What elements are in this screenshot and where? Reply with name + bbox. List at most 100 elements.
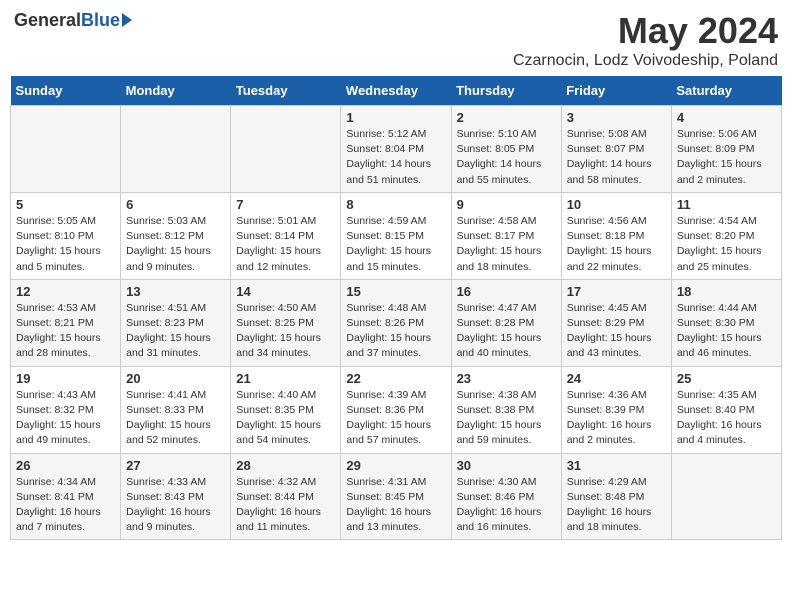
day-info: Sunrise: 4:43 AMSunset: 8:32 PMDaylight:… [16,388,115,449]
day-number: 24 [567,371,666,386]
day-number: 30 [457,458,556,473]
header-day-friday: Friday [561,76,671,106]
calendar-cell: 23 Sunrise: 4:38 AMSunset: 8:38 PMDayligh… [451,366,561,453]
day-info: Sunrise: 4:38 AMSunset: 8:38 PMDaylight:… [457,388,556,449]
day-info: Sunrise: 5:05 AMSunset: 8:10 PMDaylight:… [16,214,115,275]
calendar-week-row: 19 Sunrise: 4:43 AMSunset: 8:32 PMDayligh… [11,366,782,453]
calendar-cell: 20 Sunrise: 4:41 AMSunset: 8:33 PMDayligh… [121,366,231,453]
calendar-cell: 11 Sunrise: 4:54 AMSunset: 8:20 PMDayligh… [671,192,781,279]
logo-arrow-icon [122,13,132,27]
day-info: Sunrise: 4:48 AMSunset: 8:26 PMDaylight:… [346,301,445,362]
day-info: Sunrise: 4:29 AMSunset: 8:48 PMDaylight:… [567,475,666,536]
day-number: 17 [567,284,666,299]
calendar-cell: 10Sunrise: 4:56 AMSunset: 8:18 PMDayligh… [561,192,671,279]
day-number: 15 [346,284,445,299]
day-info: Sunrise: 4:36 AMSunset: 8:39 PMDaylight:… [567,388,666,449]
calendar-cell: 12 Sunrise: 4:53 AMSunset: 8:21 PMDayligh… [11,279,121,366]
day-number: 13 [126,284,225,299]
day-number: 27 [126,458,225,473]
day-number: 14 [236,284,335,299]
calendar-cell: 27 Sunrise: 4:33 AMSunset: 8:43 PMDayligh… [121,453,231,540]
calendar-cell [121,106,231,193]
calendar-cell: 6 Sunrise: 5:03 AMSunset: 8:12 PMDaylight… [121,192,231,279]
day-info: Sunrise: 5:03 AMSunset: 8:12 PMDaylight:… [126,214,225,275]
logo-general-text: General [14,10,81,31]
day-number: 6 [126,197,225,212]
day-number: 23 [457,371,556,386]
logo: General Blue [14,10,132,31]
calendar-cell: 17 Sunrise: 4:45 AMSunset: 8:29 PMDayligh… [561,279,671,366]
day-number: 12 [16,284,115,299]
day-number: 31 [567,458,666,473]
calendar-cell: 16Sunrise: 4:47 AMSunset: 8:28 PMDayligh… [451,279,561,366]
day-number: 11 [677,197,776,212]
calendar-cell: 24 Sunrise: 4:36 AMSunset: 8:39 PMDayligh… [561,366,671,453]
day-number: 7 [236,197,335,212]
day-info: Sunrise: 4:45 AMSunset: 8:29 PMDaylight:… [567,301,666,362]
calendar-cell [671,453,781,540]
calendar-cell: 5 Sunrise: 5:05 AMSunset: 8:10 PMDaylight… [11,192,121,279]
day-info: Sunrise: 5:01 AMSunset: 8:14 PMDaylight:… [236,214,335,275]
page-header: General Blue May 2024 Czarnocin, Lodz Vo… [10,10,782,70]
day-info: Sunrise: 4:47 AMSunset: 8:28 PMDaylight:… [457,301,556,362]
day-number: 28 [236,458,335,473]
day-info: Sunrise: 4:40 AMSunset: 8:35 PMDaylight:… [236,388,335,449]
day-info: Sunrise: 4:30 AMSunset: 8:46 PMDaylight:… [457,475,556,536]
calendar-cell: 15 Sunrise: 4:48 AMSunset: 8:26 PMDayligh… [341,279,451,366]
subtitle: Czarnocin, Lodz Voivodeship, Poland [513,52,778,70]
day-info: Sunrise: 4:58 AMSunset: 8:17 PMDaylight:… [457,214,556,275]
day-number: 22 [346,371,445,386]
calendar-cell: 7 Sunrise: 5:01 AMSunset: 8:14 PMDaylight… [231,192,341,279]
calendar-header-row: SundayMondayTuesdayWednesdayThursdayFrid… [11,76,782,106]
title-section: May 2024 Czarnocin, Lodz Voivodeship, Po… [513,10,778,70]
day-number: 1 [346,110,445,125]
day-info: Sunrise: 4:39 AMSunset: 8:36 PMDaylight:… [346,388,445,449]
calendar-week-row: 1 Sunrise: 5:12 AMSunset: 8:04 PMDaylight… [11,106,782,193]
day-number: 29 [346,458,445,473]
day-info: Sunrise: 4:54 AMSunset: 8:20 PMDaylight:… [677,214,776,275]
header-day-sunday: Sunday [11,76,121,106]
calendar-cell: 28 Sunrise: 4:32 AMSunset: 8:44 PMDayligh… [231,453,341,540]
day-info: Sunrise: 5:12 AMSunset: 8:04 PMDaylight:… [346,127,445,188]
day-number: 3 [567,110,666,125]
day-info: Sunrise: 4:35 AMSunset: 8:40 PMDaylight:… [677,388,776,449]
calendar-week-row: 5 Sunrise: 5:05 AMSunset: 8:10 PMDaylight… [11,192,782,279]
calendar-cell: 30 Sunrise: 4:30 AMSunset: 8:46 PMDayligh… [451,453,561,540]
calendar-week-row: 26Sunrise: 4:34 AMSunset: 8:41 PMDayligh… [11,453,782,540]
calendar-cell: 26Sunrise: 4:34 AMSunset: 8:41 PMDayligh… [11,453,121,540]
day-info: Sunrise: 4:33 AMSunset: 8:43 PMDaylight:… [126,475,225,536]
day-info: Sunrise: 4:31 AMSunset: 8:45 PMDaylight:… [346,475,445,536]
day-info: Sunrise: 4:51 AMSunset: 8:23 PMDaylight:… [126,301,225,362]
day-number: 4 [677,110,776,125]
day-info: Sunrise: 5:10 AMSunset: 8:05 PMDaylight:… [457,127,556,188]
header-day-tuesday: Tuesday [231,76,341,106]
day-info: Sunrise: 4:41 AMSunset: 8:33 PMDaylight:… [126,388,225,449]
calendar-cell: 2Sunrise: 5:10 AMSunset: 8:05 PMDaylight… [451,106,561,193]
calendar-cell: 8 Sunrise: 4:59 AMSunset: 8:15 PMDaylight… [341,192,451,279]
header-day-thursday: Thursday [451,76,561,106]
main-title: May 2024 [513,10,778,52]
header-day-wednesday: Wednesday [341,76,451,106]
calendar-cell: 29 Sunrise: 4:31 AMSunset: 8:45 PMDayligh… [341,453,451,540]
day-info: Sunrise: 4:59 AMSunset: 8:15 PMDaylight:… [346,214,445,275]
calendar-cell: 1 Sunrise: 5:12 AMSunset: 8:04 PMDaylight… [341,106,451,193]
day-info: Sunrise: 4:53 AMSunset: 8:21 PMDaylight:… [16,301,115,362]
calendar-cell [11,106,121,193]
day-number: 8 [346,197,445,212]
calendar-week-row: 12 Sunrise: 4:53 AMSunset: 8:21 PMDayligh… [11,279,782,366]
day-number: 9 [457,197,556,212]
calendar-cell [231,106,341,193]
day-number: 19 [16,371,115,386]
day-number: 20 [126,371,225,386]
day-number: 26 [16,458,115,473]
calendar-cell: 21Sunrise: 4:40 AMSunset: 8:35 PMDayligh… [231,366,341,453]
header-day-monday: Monday [121,76,231,106]
day-info: Sunrise: 4:56 AMSunset: 8:18 PMDaylight:… [567,214,666,275]
day-number: 25 [677,371,776,386]
day-info: Sunrise: 4:50 AMSunset: 8:25 PMDaylight:… [236,301,335,362]
calendar-cell: 22 Sunrise: 4:39 AMSunset: 8:36 PMDayligh… [341,366,451,453]
calendar-cell: 9 Sunrise: 4:58 AMSunset: 8:17 PMDaylight… [451,192,561,279]
day-number: 5 [16,197,115,212]
day-info: Sunrise: 4:32 AMSunset: 8:44 PMDaylight:… [236,475,335,536]
calendar-cell: 25 Sunrise: 4:35 AMSunset: 8:40 PMDayligh… [671,366,781,453]
